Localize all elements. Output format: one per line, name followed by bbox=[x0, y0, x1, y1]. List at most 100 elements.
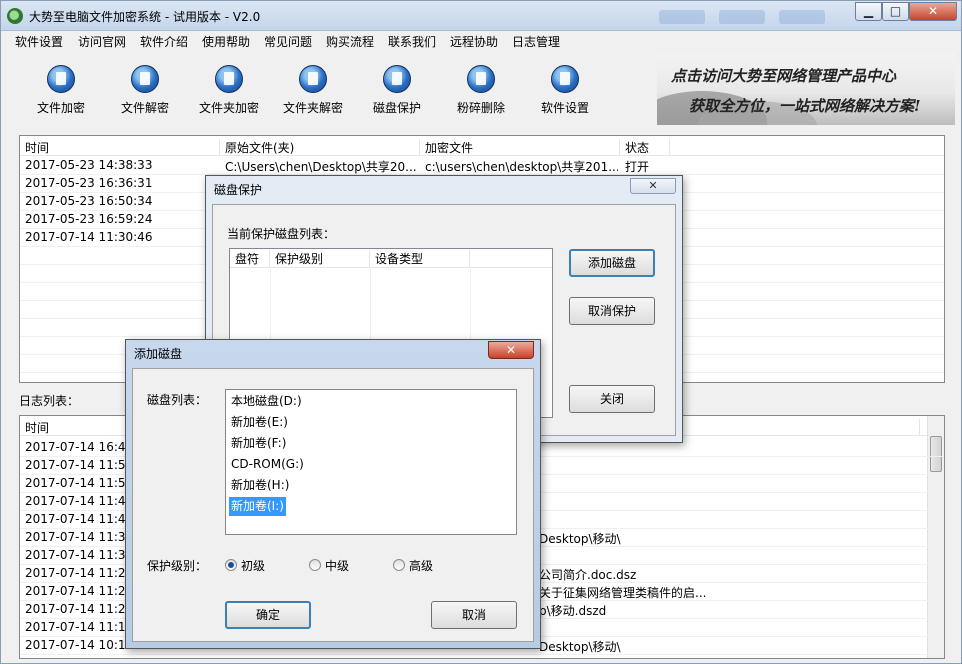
log-time: 2017-07-14 11:13 bbox=[25, 620, 134, 634]
folder-unlock-icon bbox=[299, 65, 327, 93]
disk-shield-icon bbox=[383, 65, 411, 93]
maximize-button[interactable]: □ bbox=[882, 2, 909, 21]
folder-lock-icon bbox=[215, 65, 243, 93]
col-time[interactable]: 时间 bbox=[20, 139, 220, 156]
cell-status: 打开 bbox=[625, 160, 650, 174]
disk-protect-title: 磁盘保护 bbox=[214, 183, 263, 197]
menu-item-settings[interactable]: 软件设置 bbox=[15, 33, 63, 50]
col-encrypted[interactable]: 加密文件 bbox=[420, 139, 620, 156]
folder-encrypt-button[interactable]: 文件夹加密 bbox=[189, 59, 269, 123]
level-medium-label[interactable]: 中级 bbox=[325, 557, 349, 574]
table-row[interactable]: 2017-05-23 14:38:33 C:\Users\chen\Deskto… bbox=[20, 157, 944, 175]
folder-decrypt-button[interactable]: 文件夹解密 bbox=[273, 59, 353, 123]
col-original[interactable]: 原始文件(夹) bbox=[220, 139, 420, 156]
file-decrypt-label: 文件解密 bbox=[120, 101, 169, 115]
cell-time: 2017-05-23 16:59:24 bbox=[25, 212, 153, 226]
log-detail: Desktop\移动\ bbox=[539, 532, 621, 546]
menu-bar: 软件设置 访问官网 软件介绍 使用帮助 常见问题 购买流程 联系我们 远程协助 … bbox=[1, 31, 961, 51]
add-disk-body: 磁盘列表： 本地磁盘(D:) 新加卷(E:) 新加卷(F:) CD-ROM(G:… bbox=[132, 368, 534, 642]
disk-list[interactable]: 本地磁盘(D:) 新加卷(E:) 新加卷(F:) CD-ROM(G:) 新加卷(… bbox=[225, 389, 517, 535]
menu-item-website[interactable]: 访问官网 bbox=[78, 33, 126, 50]
col-drive[interactable]: 盘符 bbox=[230, 250, 270, 267]
ok-button[interactable]: 确定 bbox=[225, 601, 311, 629]
banner-line2: 获取全方位，一站式网络解决方案! bbox=[689, 97, 921, 115]
disk-protect-label: 磁盘保护 bbox=[372, 101, 421, 115]
disk-protect-button[interactable]: 磁盘保护 bbox=[357, 59, 437, 123]
disk-item[interactable]: CD-ROM(G:) bbox=[229, 455, 306, 474]
cell-time: 2017-05-23 14:38:33 bbox=[25, 158, 153, 172]
disk-item[interactable]: 新加卷(H:) bbox=[229, 476, 291, 495]
log-time: 2017-07-14 11:50 bbox=[25, 476, 134, 490]
add-disk-title: 添加磁盘 bbox=[134, 347, 183, 361]
log-detail: 公司简介.doc.dsz bbox=[539, 568, 637, 582]
col-status[interactable]: 状态 bbox=[620, 139, 670, 156]
records-header: 时间 原始文件(夹) 加密文件 状态 bbox=[20, 137, 944, 156]
add-disk-dialog: 添加磁盘 ✕ 磁盘列表： 本地磁盘(D:) 新加卷(E:) 新加卷(F:) CD… bbox=[125, 339, 541, 649]
menu-item-log[interactable]: 日志管理 bbox=[512, 33, 560, 50]
shred-icon bbox=[467, 65, 495, 93]
file-lock-icon bbox=[47, 65, 75, 93]
log-detail: Desktop\移动\ bbox=[539, 640, 621, 654]
disk-item[interactable]: 本地磁盘(D:) bbox=[229, 392, 304, 411]
col-log-extra[interactable] bbox=[720, 419, 920, 436]
menu-item-contact[interactable]: 联系我们 bbox=[388, 33, 436, 50]
cell-time: 2017-07-14 11:30:46 bbox=[25, 230, 153, 244]
minimize-button[interactable]: ▁ bbox=[855, 2, 882, 21]
window-title: 大势至电脑文件加密系统 - 试用版本 - V2.0 bbox=[29, 10, 261, 24]
disk-list-label: 磁盘列表： bbox=[147, 393, 208, 407]
level-basic-label[interactable]: 初级 bbox=[241, 557, 265, 574]
banner-line1: 点击访问大势至网络管理产品中心 bbox=[671, 67, 897, 85]
close-button[interactable]: ✕ bbox=[909, 2, 957, 21]
cell-encrypted: c:\users\chen\desktop\共享201... bbox=[425, 160, 618, 174]
log-time: 2017-07-14 11:48 bbox=[25, 494, 134, 508]
log-time: 2017-07-14 11:30 bbox=[25, 548, 134, 562]
software-settings-label: 软件设置 bbox=[540, 101, 589, 115]
col-device[interactable]: 设备类型 bbox=[370, 250, 470, 267]
protected-list-label: 当前保护磁盘列表： bbox=[227, 227, 336, 241]
menu-item-purchase[interactable]: 购买流程 bbox=[326, 33, 374, 50]
level-high-radio[interactable] bbox=[393, 559, 405, 571]
level-medium-radio[interactable] bbox=[309, 559, 321, 571]
menu-item-faq[interactable]: 常见问题 bbox=[264, 33, 312, 50]
log-detail: 关于征集网络管理类稿件的启... bbox=[539, 586, 707, 600]
folder-decrypt-label: 文件夹解密 bbox=[282, 101, 343, 115]
log-time: 2017-07-14 11:30 bbox=[25, 530, 134, 544]
gear-icon bbox=[551, 65, 579, 93]
file-decrypt-button[interactable]: 文件解密 bbox=[105, 59, 185, 123]
cancel-button[interactable]: 取消 bbox=[431, 601, 517, 629]
shred-delete-label: 粉碎删除 bbox=[456, 101, 505, 115]
title-bar: 大势至电脑文件加密系统 - 试用版本 - V2.0 ▁ □ ✕ bbox=[1, 1, 961, 31]
disk-protect-close-button[interactable]: ✕ bbox=[630, 178, 676, 194]
menu-item-help[interactable]: 使用帮助 bbox=[202, 33, 250, 50]
app-logo-icon bbox=[7, 8, 23, 24]
level-high-label[interactable]: 高级 bbox=[409, 557, 433, 574]
log-list-label: 日志列表： bbox=[19, 394, 80, 408]
taskbar-ghost bbox=[719, 10, 765, 24]
disk-item[interactable]: 新加卷(F:) bbox=[229, 434, 288, 453]
cell-original: C:\Users\chen\Desktop\共享20... bbox=[225, 160, 417, 174]
folder-encrypt-label: 文件夹加密 bbox=[198, 101, 259, 115]
cell-time: 2017-05-23 16:50:34 bbox=[25, 194, 153, 208]
menu-item-remote[interactable]: 远程协助 bbox=[450, 33, 498, 50]
col-level[interactable]: 保护级别 bbox=[270, 250, 370, 267]
log-time: 2017-07-14 11:26 bbox=[25, 566, 134, 580]
add-disk-close-button[interactable]: ✕ bbox=[488, 341, 534, 359]
disk-item[interactable]: 新加卷(E:) bbox=[229, 413, 290, 432]
cell-time: 2017-05-23 16:36:31 bbox=[25, 176, 153, 190]
close-dialog-button[interactable]: 关闭 bbox=[569, 385, 655, 413]
log-time: 2017-07-14 11:51 bbox=[25, 458, 134, 472]
cancel-protect-button[interactable]: 取消保护 bbox=[569, 297, 655, 325]
log-time: 2017-07-14 11:47 bbox=[25, 512, 134, 526]
add-disk-button[interactable]: 添加磁盘 bbox=[569, 249, 655, 277]
log-detail: p\移动.dszd bbox=[539, 604, 607, 618]
disk-item-selected[interactable]: 新加卷(I:) bbox=[229, 497, 286, 516]
taskbar-ghost bbox=[659, 10, 705, 24]
level-basic-radio[interactable] bbox=[225, 559, 237, 571]
promo-banner[interactable]: 点击访问大势至网络管理产品中心 获取全方位，一站式网络解决方案! bbox=[657, 53, 955, 125]
shred-delete-button[interactable]: 粉碎删除 bbox=[441, 59, 521, 123]
menu-item-intro[interactable]: 软件介绍 bbox=[140, 33, 188, 50]
protect-level-label: 保护级别： bbox=[147, 559, 208, 573]
software-settings-button[interactable]: 软件设置 bbox=[525, 59, 605, 123]
file-encrypt-button[interactable]: 文件加密 bbox=[21, 59, 101, 123]
log-time: 2017-07-14 16:47 bbox=[25, 440, 134, 454]
